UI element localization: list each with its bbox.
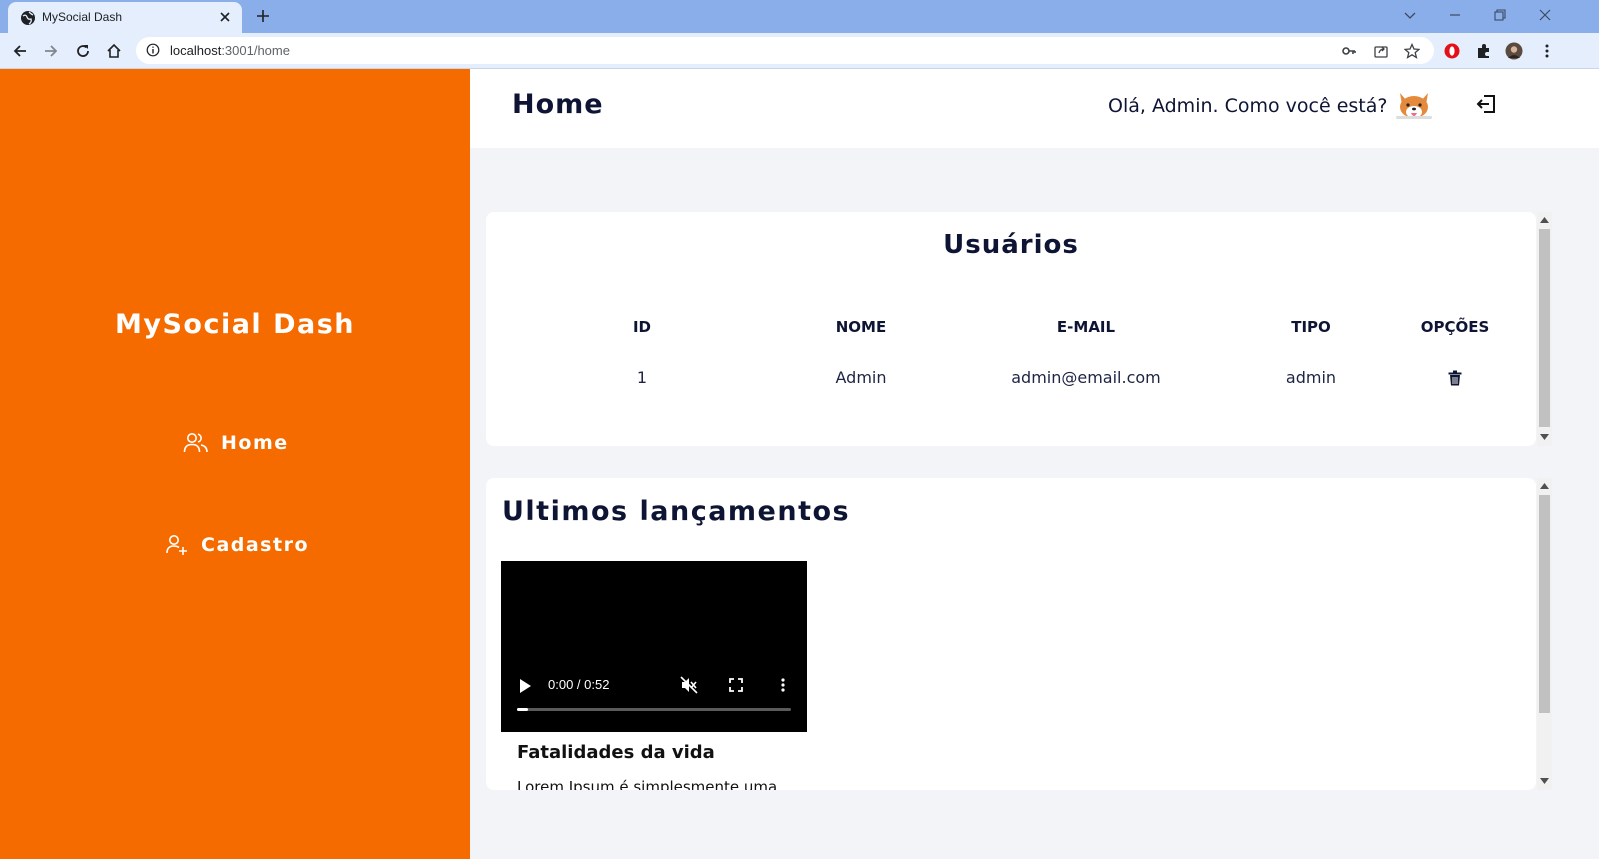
cell-email: admin@email.com <box>1011 368 1161 387</box>
page-header: Home Olá, Admin. Como você está? <box>470 69 1599 148</box>
logout-icon[interactable] <box>1475 92 1499 116</box>
video-player[interactable]: 0:00 / 0:52 <box>501 561 807 732</box>
users-card: Usuários ID NOME E-MAIL TIPO OPÇÕES 1 Ad… <box>486 212 1536 446</box>
site-info-icon[interactable] <box>146 43 160 57</box>
key-icon[interactable] <box>1341 43 1357 59</box>
tab-search-icon[interactable] <box>1403 8 1417 22</box>
new-tab-icon[interactable] <box>255 8 271 24</box>
scroll-down-icon[interactable] <box>1540 778 1549 784</box>
tab-title: MySocial Dash <box>42 10 123 24</box>
greeting-text: Olá, Admin. Como você está? <box>1108 95 1388 117</box>
column-header-opcoes: OPÇÕES <box>1420 318 1490 336</box>
users-scrollbar[interactable] <box>1537 212 1552 446</box>
browser-tab[interactable]: MySocial Dash <box>8 2 242 33</box>
extensions-icon[interactable] <box>1475 42 1493 60</box>
cell-nome: Admin <box>835 368 887 387</box>
star-icon[interactable] <box>1404 43 1420 59</box>
forward-icon[interactable] <box>42 42 60 60</box>
scroll-up-icon[interactable] <box>1540 483 1549 489</box>
scrollbar-thumb[interactable] <box>1539 495 1550 713</box>
cell-id: 1 <box>636 368 648 387</box>
sidebar-item-label: Cadastro <box>201 534 310 556</box>
sidebar-item-home[interactable]: Home <box>183 431 289 455</box>
column-header-email: E-MAIL <box>1056 318 1116 336</box>
sidebar: MySocial Dash Home Cadastro <box>0 69 470 859</box>
play-icon[interactable] <box>518 678 532 694</box>
address-bar[interactable]: localhost:3001/home <box>136 37 1434 64</box>
mute-icon[interactable] <box>680 676 698 694</box>
scroll-up-icon[interactable] <box>1540 217 1549 223</box>
page-title: Home <box>512 89 604 120</box>
user-add-icon <box>166 535 187 555</box>
close-tab-icon[interactable] <box>218 10 232 24</box>
video-title: Fatalidades da vida <box>517 742 715 763</box>
video-description: Lorem Ipsum é simplesmente uma <box>517 778 778 790</box>
users-title: Usuários <box>943 230 1079 260</box>
reload-icon[interactable] <box>74 42 92 60</box>
video-progress-bar[interactable] <box>517 708 791 711</box>
url-path: :3001/home <box>221 43 290 58</box>
scroll-down-icon[interactable] <box>1540 434 1549 440</box>
minimize-icon[interactable] <box>1448 8 1462 22</box>
video-time: 0:00 / 0:52 <box>548 677 610 692</box>
back-icon[interactable] <box>11 42 29 60</box>
url-text: localhost:3001/home <box>170 43 290 58</box>
trash-icon[interactable] <box>1448 370 1462 386</box>
browser-toolbar: localhost:3001/home <box>0 33 1599 69</box>
menu-kebab-icon[interactable] <box>1538 42 1556 60</box>
releases-card: Ultimos lançamentos 0:00 / 0:52 Fatalida… <box>486 478 1536 790</box>
opera-extension-icon[interactable] <box>1443 42 1461 60</box>
share-icon[interactable] <box>1373 43 1389 59</box>
releases-scrollbar[interactable] <box>1537 478 1552 790</box>
column-header-id: ID <box>632 318 652 336</box>
brand-logo-text: MySocial Dash <box>114 309 356 340</box>
globe-icon <box>21 11 35 25</box>
restore-icon[interactable] <box>1493 8 1507 22</box>
close-window-icon[interactable] <box>1538 8 1552 22</box>
scrollbar-thumb[interactable] <box>1539 229 1550 427</box>
fullscreen-icon[interactable] <box>727 676 745 694</box>
sidebar-item-cadastro[interactable]: Cadastro <box>165 533 309 557</box>
video-options-icon[interactable] <box>774 676 792 694</box>
users-icon <box>183 433 208 453</box>
browser-tab-strip: MySocial Dash <box>0 0 1599 33</box>
video-progress-fill <box>517 708 528 711</box>
profile-avatar-icon[interactable] <box>1505 42 1523 60</box>
url-host: localhost <box>170 43 222 58</box>
cell-tipo: admin <box>1285 368 1337 387</box>
column-header-nome: NOME <box>835 318 887 336</box>
column-header-tipo: TIPO <box>1291 318 1331 336</box>
sidebar-item-label: Home <box>221 432 289 454</box>
releases-title: Ultimos lançamentos <box>502 496 851 527</box>
corgi-icon <box>1396 93 1432 119</box>
home-icon[interactable] <box>105 42 123 60</box>
